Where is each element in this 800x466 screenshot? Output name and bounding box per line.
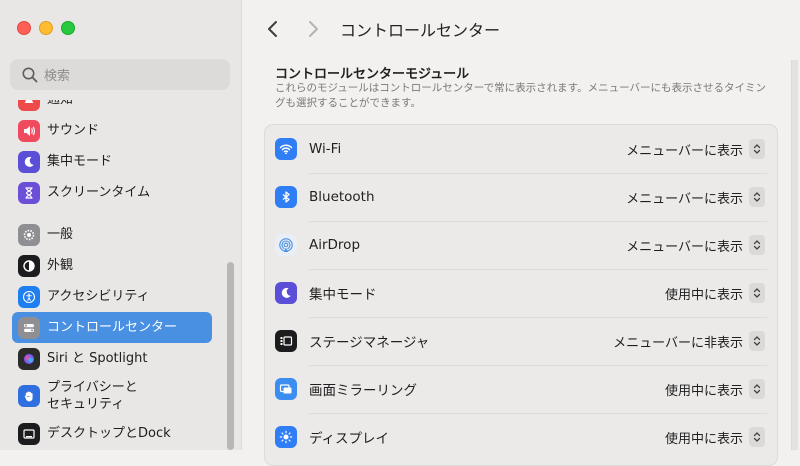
sidebar-item-focus[interactable]: 集中モード [12,146,212,177]
window-controls [17,21,75,35]
wifi-icon [275,138,297,160]
search-input[interactable]: 検索 [10,59,230,90]
chevron-updown-icon [749,331,765,351]
module-label: ステージマネージャ [309,335,430,351]
back-arrow-icon[interactable] [264,18,282,40]
sidebar-scrollbar[interactable] [227,262,234,450]
chevron-updown-icon [749,235,765,255]
module-row-stage-manager: ステージマネージャ メニューバーに非表示 [265,317,777,365]
module-label: Wi-Fi [309,141,342,157]
gear-icon [18,223,40,246]
chevron-updown-icon [749,139,765,159]
screen-mirroring-icon [275,378,297,400]
module-label: 画面ミラーリング [309,383,417,399]
control-center-icon [18,316,40,339]
sidebar-item-appearance[interactable]: 外観 [12,250,212,281]
module-label: ディスプレイ [309,431,390,447]
sidebar-item-siri-spotlight[interactable]: Siri と Spotlight [12,343,212,374]
dock-icon [18,422,40,445]
sidebar-item-control-center[interactable]: コントロールセンター [12,312,212,343]
display-brightness-icon [275,426,297,448]
module-label: AirDrop [309,237,361,253]
sidebar-item-privacy-security[interactable]: プライバシーと セキュリティ [12,374,212,418]
visibility-select[interactable]: メニューバーに表示 [626,139,765,159]
search-icon [22,67,38,82]
visibility-select[interactable]: メニューバーに非表示 [613,331,765,351]
speaker-icon [18,119,40,142]
sidebar-item-screen-time[interactable]: スクリーンタイム [12,177,212,208]
module-row-wifi: Wi-Fi メニューバーに表示 [265,125,777,173]
hand-icon [18,385,40,407]
visibility-select[interactable]: メニューバーに表示 [626,235,765,255]
accessibility-icon [18,285,40,308]
chevron-updown-icon [749,187,765,207]
section-title: コントロールセンターモジュール [275,67,470,82]
section-description: これらのモジュールはコントロールセンターで常に表示されます。メニューバーにも表示… [275,82,766,109]
chevron-updown-icon [749,379,765,399]
module-row-bluetooth: Bluetooth メニューバーに表示 [265,173,777,221]
module-row-screen-mirroring: 画面ミラーリング 使用中に表示 [265,365,777,413]
module-row-airdrop: AirDrop メニューバーに表示 [265,221,777,269]
module-label: Bluetooth [309,189,375,205]
airdrop-icon [275,234,297,256]
page-title: コントロールセンター [340,21,501,40]
sidebar-item-general[interactable]: 一般 [12,219,212,250]
sidebar-list: 通知 サウンド 集中モード スクリーンタイム [0,100,241,450]
sidebar-item-sound[interactable]: サウンド [12,115,212,146]
stage-manager-icon [275,330,297,352]
sidebar: 検索 通知 サウンド 集中モード [0,0,242,450]
visibility-select[interactable]: 使用中に表示 [665,427,765,447]
visibility-select[interactable]: 使用中に表示 [665,283,765,303]
sidebar-item-notifications[interactable]: 通知 [12,100,212,115]
hourglass-icon [18,181,40,204]
sidebar-item-desktop-dock[interactable]: デスクトップとDock [12,418,212,449]
forward-arrow-icon[interactable] [304,18,322,40]
sidebar-item-accessibility[interactable]: アクセシビリティ [12,281,212,312]
main-scrollbar[interactable] [791,60,798,450]
moon-icon [18,150,40,173]
appearance-icon [18,254,40,277]
chevron-updown-icon [749,427,765,447]
close-window-button[interactable] [17,21,31,35]
module-label: 集中モード [309,287,377,303]
bluetooth-icon [275,186,297,208]
minimize-window-button[interactable] [39,21,53,35]
moon-icon [275,282,297,304]
siri-icon [18,347,40,370]
chevron-updown-icon [749,283,765,303]
main-pane: コントロールセンター コントロールセンターモジュール これらのモジュールはコント… [242,0,800,466]
zoom-window-button[interactable] [61,21,75,35]
modules-list: Wi-Fi メニューバーに表示 Bluetooth メニューバーに表示 AirD… [264,124,778,466]
visibility-select[interactable]: メニューバーに表示 [626,187,765,207]
module-row-focus: 集中モード 使用中に表示 [265,269,777,317]
search-placeholder: 検索 [44,69,71,84]
visibility-select[interactable]: 使用中に表示 [665,379,765,399]
bell-icon [18,100,40,111]
module-row-display: ディスプレイ 使用中に表示 [265,413,777,461]
